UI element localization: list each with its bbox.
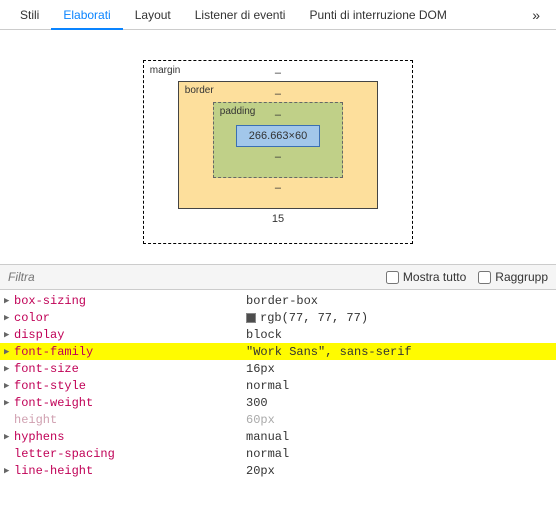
property-value: rgb(77, 77, 77) — [246, 311, 368, 325]
property-value: manual — [246, 430, 289, 444]
expand-triangle-icon[interactable]: ▶ — [4, 381, 14, 391]
box-model-margin[interactable]: margin – border – padding – 266.663×60 –… — [143, 60, 413, 244]
filter-input[interactable] — [8, 270, 158, 284]
expand-triangle-icon[interactable]: ▶ — [4, 398, 14, 408]
expand-triangle-icon[interactable]: ▶ — [4, 466, 14, 476]
property-name: font-size — [14, 362, 246, 376]
property-name: letter-spacing — [14, 447, 246, 461]
property-row[interactable]: ▶font-family"Work Sans", sans-serif — [0, 343, 556, 360]
property-value-text: "Work Sans", sans-serif — [246, 345, 412, 359]
color-swatch-icon — [246, 313, 256, 323]
property-value: block — [246, 328, 282, 342]
property-row[interactable]: ▶font-weight300 — [0, 394, 556, 411]
computed-properties-list: ▶box-sizingborder-box▶colorrgb(77, 77, 7… — [0, 290, 556, 481]
property-value: normal — [246, 379, 289, 393]
property-row[interactable]: ▶font-size16px — [0, 360, 556, 377]
expand-triangle-icon[interactable]: ▶ — [4, 432, 14, 442]
tab-event-listeners[interactable]: Listener di eventi — [183, 0, 298, 30]
group-text: Raggrupp — [495, 270, 548, 284]
box-model-diagram: margin – border – padding – 266.663×60 –… — [0, 30, 556, 264]
property-value: 16px — [246, 362, 275, 376]
show-all-label[interactable]: Mostra tutto — [386, 270, 466, 284]
filter-bar: Mostra tutto Raggrupp — [0, 264, 556, 290]
border-top-value: – — [213, 88, 343, 100]
tab-dom-breakpoints[interactable]: Punti di interruzione DOM — [297, 0, 458, 30]
box-model-border[interactable]: border – padding – 266.663×60 – – — [178, 81, 378, 209]
expand-triangle-icon[interactable]: ▶ — [4, 347, 14, 357]
property-value: 300 — [246, 396, 268, 410]
property-row[interactable]: ▶displayblock — [0, 326, 556, 343]
property-name: height — [14, 413, 246, 427]
property-name: box-sizing — [14, 294, 246, 308]
property-value: 60px — [246, 413, 275, 427]
property-value-text: 60px — [246, 413, 275, 427]
property-value-text: normal — [246, 447, 289, 461]
property-row[interactable]: ▶hyphensmanual — [0, 428, 556, 445]
show-all-checkbox[interactable] — [386, 271, 399, 284]
property-row[interactable]: ▶color rgb(77, 77, 77) — [0, 309, 556, 326]
expand-triangle-icon[interactable]: ▶ — [4, 330, 14, 340]
property-name: line-height — [14, 464, 246, 478]
property-value: border-box — [246, 294, 318, 308]
property-name: color — [14, 311, 246, 325]
property-value-text: rgb(77, 77, 77) — [260, 311, 368, 325]
expand-triangle-icon[interactable]: ▶ — [4, 313, 14, 323]
box-model-padding[interactable]: padding – 266.663×60 – — [213, 102, 343, 178]
property-value: 20px — [246, 464, 275, 478]
tab-layout[interactable]: Layout — [123, 0, 183, 30]
property-name: hyphens — [14, 430, 246, 444]
property-row[interactable]: ▶letter-spacingnormal — [0, 445, 556, 462]
tab-styles[interactable]: Stili — [8, 0, 51, 30]
property-row[interactable]: ▶box-sizingborder-box — [0, 292, 556, 309]
property-row[interactable]: ▶height60px — [0, 411, 556, 428]
expand-triangle-icon[interactable]: ▶ — [4, 364, 14, 374]
expand-triangle-icon[interactable]: ▶ — [4, 296, 14, 306]
padding-label: padding — [220, 106, 256, 117]
property-value-text: normal — [246, 379, 289, 393]
margin-top-value: – — [178, 67, 378, 79]
property-value-text: 16px — [246, 362, 275, 376]
property-row[interactable]: ▶line-height20px — [0, 462, 556, 479]
border-bottom-value: – — [213, 182, 343, 194]
tab-computed[interactable]: Elaborati — [51, 0, 122, 30]
padding-bottom-value: – — [236, 151, 320, 163]
property-value-text: 20px — [246, 464, 275, 478]
property-name: display — [14, 328, 246, 342]
property-value-text: manual — [246, 430, 289, 444]
property-name: font-style — [14, 379, 246, 393]
box-model-content[interactable]: 266.663×60 — [236, 125, 320, 147]
margin-bottom-value: 15 — [178, 213, 378, 225]
show-all-text: Mostra tutto — [403, 270, 466, 284]
group-label[interactable]: Raggrupp — [478, 270, 548, 284]
property-value-text: 300 — [246, 396, 268, 410]
tabs-bar: Stili Elaborati Layout Listener di event… — [0, 0, 556, 30]
property-value-text: border-box — [246, 294, 318, 308]
property-value: "Work Sans", sans-serif — [246, 345, 412, 359]
property-value-text: block — [246, 328, 282, 342]
property-name: font-weight — [14, 396, 246, 410]
group-checkbox[interactable] — [478, 271, 491, 284]
margin-label: margin — [150, 65, 181, 76]
property-value: normal — [246, 447, 289, 461]
property-name: font-family — [14, 345, 246, 359]
more-tabs-button[interactable]: » — [524, 7, 548, 23]
border-label: border — [185, 85, 214, 96]
property-row[interactable]: ▶font-stylenormal — [0, 377, 556, 394]
